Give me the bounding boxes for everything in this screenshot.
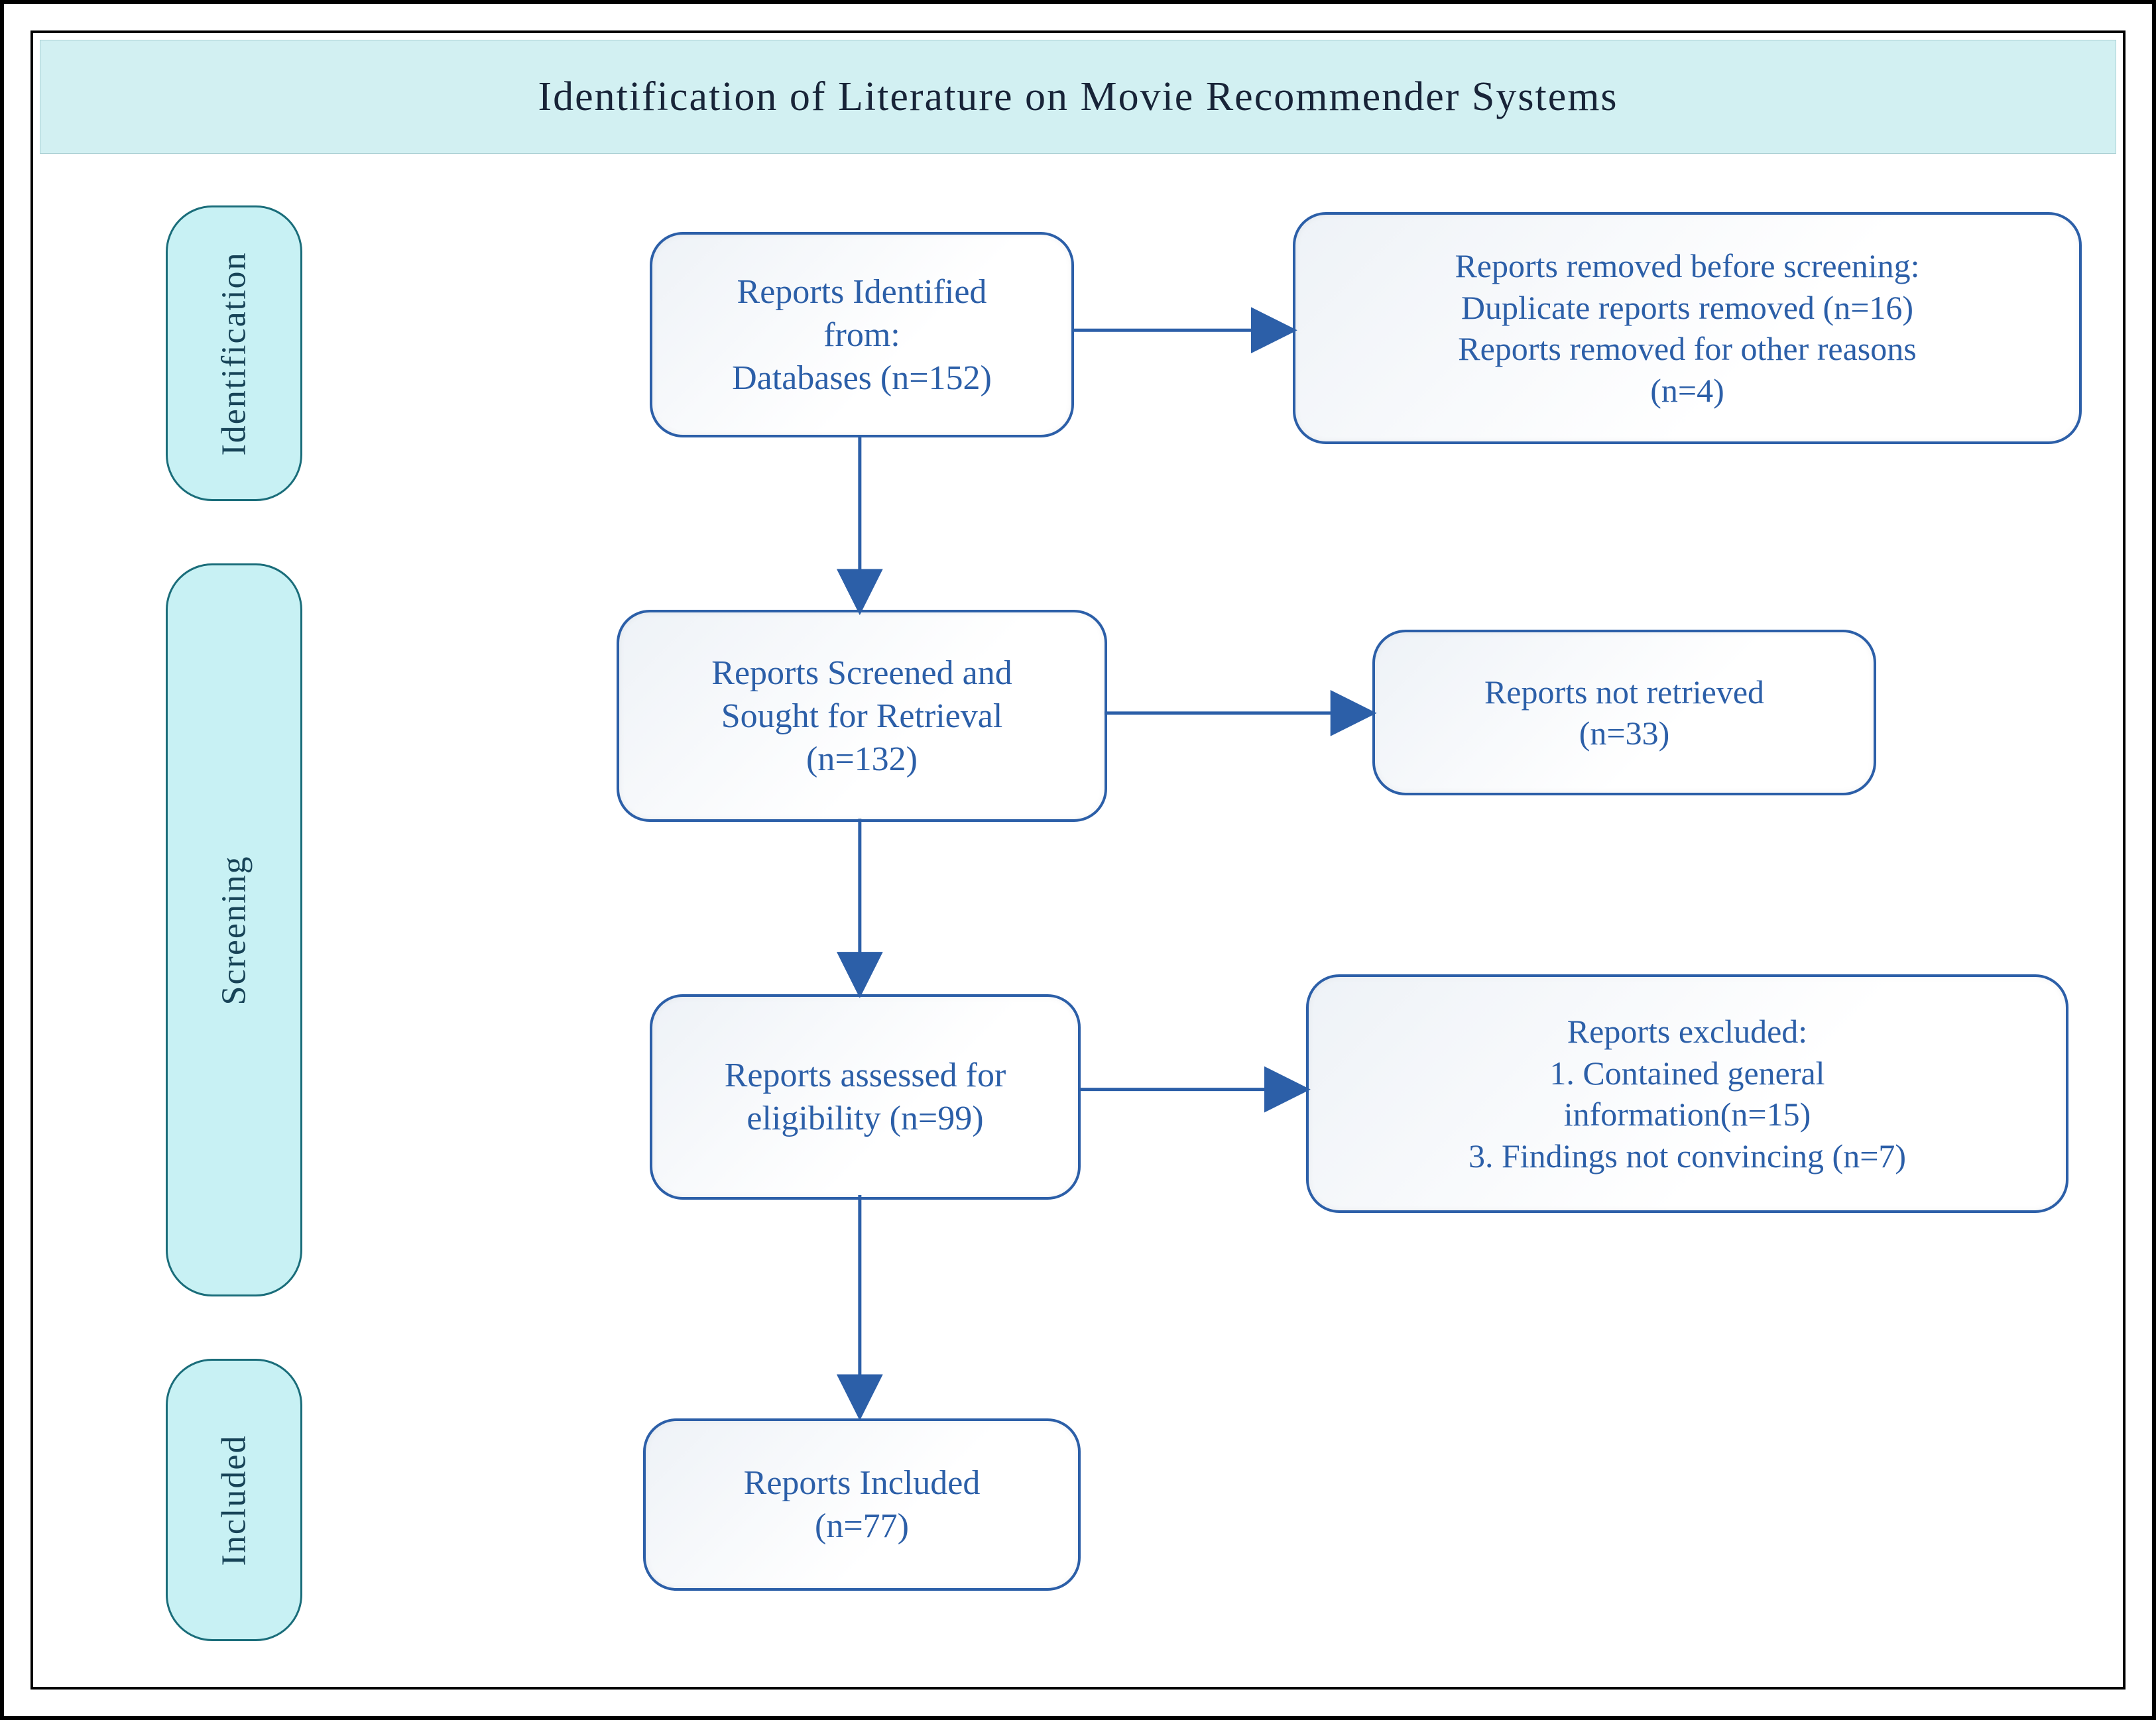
box-included: Reports Included (n=77) [643,1418,1081,1591]
box-removed-line2: Duplicate reports removed (n=16) [1455,287,1919,329]
box-excluded: Reports excluded: 1. Contained general i… [1306,974,2068,1213]
box-excluded-line1: Reports excluded: [1468,1011,1906,1053]
page-frame-inner: Identification of Literature on Movie Re… [30,30,2126,1690]
box-identified-line3: Databases (n=152) [732,357,992,400]
box-included-line2: (n=77) [744,1505,981,1548]
stage-pill-screening: Screening [166,563,302,1296]
stage-pill-included: Included [166,1359,302,1641]
box-screened-line2: Sought for Retrieval [711,695,1012,738]
box-excluded-line3: information(n=15) [1468,1094,1906,1135]
box-included-line1: Reports Included [744,1462,981,1505]
box-excluded-line4: 3. Findings not convincing (n=7) [1468,1135,1906,1177]
box-screened-line1: Reports Screened and [711,652,1012,695]
box-not-retrieved: Reports not retrieved (n=33) [1372,630,1876,795]
title-text: Identification of Literature on Movie Re… [538,74,1618,121]
box-removed-line1: Reports removed before screening: [1455,245,1919,287]
box-identified-line2: from: [732,314,992,357]
box-excluded-line2: 1. Contained general [1468,1053,1906,1094]
title-bar: Identification of Literature on Movie Re… [40,40,2116,154]
box-identified-line1: Reports Identified [732,270,992,314]
box-removed-line4: (n=4) [1455,370,1919,412]
box-screened: Reports Screened and Sought for Retrieva… [617,610,1107,822]
box-not-retrieved-line1: Reports not retrieved [1484,671,1764,713]
box-removed-before: Reports removed before screening: Duplic… [1293,212,2082,444]
box-removed-line3: Reports removed for other reasons [1455,328,1919,370]
page-frame-outer: Identification of Literature on Movie Re… [0,0,2156,1720]
box-not-retrieved-line2: (n=33) [1484,713,1764,754]
box-assessed: Reports assessed for eligibility (n=99) [650,994,1081,1200]
box-assessed-line1: Reports assessed for [725,1054,1006,1097]
stage-label-identification: Identification [215,251,254,455]
stage-label-included: Included [215,1434,254,1566]
box-assessed-line2: eligibility (n=99) [725,1097,1006,1140]
box-screened-line3: (n=132) [711,738,1012,781]
stage-pill-identification: Identification [166,205,302,501]
box-identified: Reports Identified from: Databases (n=15… [650,232,1074,437]
stage-label-screening: Screening [215,855,254,1005]
